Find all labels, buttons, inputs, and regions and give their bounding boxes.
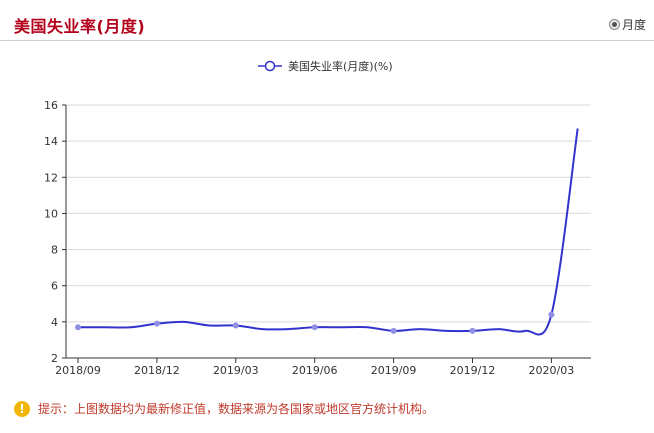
data-point <box>311 324 318 331</box>
y-tick-label: 4 <box>51 316 58 329</box>
y-tick-label: 12 <box>44 171 58 184</box>
data-point <box>232 322 239 329</box>
x-tick-label: 2018/09 <box>55 364 101 377</box>
radio-button[interactable] <box>608 19 620 30</box>
radio-selected-dot <box>611 22 617 27</box>
x-tick-label: 2019/03 <box>213 364 259 377</box>
legend-label: 美国失业率(月度)(%) <box>288 60 393 73</box>
footer-note: ! 提示：上图数据均为最新修正值，数据来源为各国家或地区官方统计机构。 <box>14 400 434 417</box>
page-title: 美国失业率(月度) <box>14 17 146 36</box>
x-tick-label: 2019/09 <box>371 364 417 377</box>
chart-legend[interactable]: 美国失业率(月度)(%) <box>258 58 393 74</box>
data-point <box>75 324 81 331</box>
header-divider <box>0 40 654 41</box>
y-tick-label: 8 <box>51 244 58 257</box>
line-chart: 2468101214162018/09 2018/12 2019/03 2019/06… <box>44 99 591 377</box>
y-tick-label: 10 <box>44 207 58 220</box>
x-tick-label: 2019/12 <box>450 364 496 377</box>
period-option-label: 月度 <box>621 18 646 32</box>
x-tick-label: 2018/12 <box>134 364 180 377</box>
legend-line-circle-icon <box>258 60 282 72</box>
data-point <box>469 327 476 334</box>
y-tick-label: 16 <box>44 99 58 112</box>
y-tick-label: 6 <box>51 280 58 293</box>
y-tick-label: 14 <box>44 135 58 148</box>
x-tick-label: 2019/06 <box>292 364 338 377</box>
data-point <box>548 311 555 318</box>
data-point <box>390 327 397 334</box>
x-tick-label: 2020/03 <box>529 364 575 377</box>
series-line <box>77 128 579 336</box>
footer-note-text: 提示：上图数据均为最新修正值，数据来源为各国家或地区官方统计机构。 <box>38 402 435 416</box>
data-point <box>153 320 160 327</box>
period-toggle[interactable]: 月度 <box>608 16 646 33</box>
warning-icon: ! <box>14 400 30 417</box>
